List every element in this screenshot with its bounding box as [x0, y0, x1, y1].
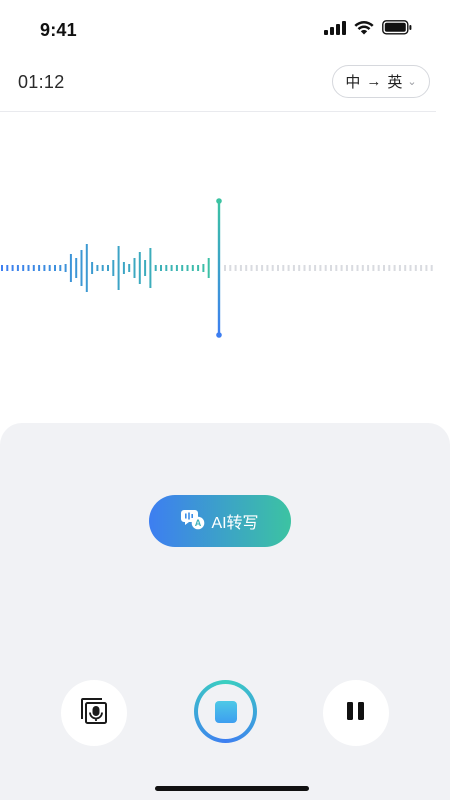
- mic-record-icon: [78, 695, 110, 732]
- ai-transcribe-label: AI转写: [211, 515, 259, 532]
- target-language: 英: [387, 74, 403, 91]
- arrow-right-icon: →: [366, 73, 382, 90]
- cellular-signal-icon: [324, 20, 346, 40]
- chevron-down-icon: ⌄: [407, 76, 417, 88]
- source-language: 中: [345, 74, 361, 91]
- ai-transcribe-button[interactable]: A AI转写: [149, 495, 291, 547]
- stop-icon: [214, 700, 237, 723]
- recording-header: 01:12 中 → 英 ⌄: [0, 56, 436, 112]
- battery-icon: [382, 20, 412, 40]
- playhead-bottom-dot: [216, 332, 222, 338]
- wifi-icon: [354, 20, 374, 40]
- record-source-button[interactable]: [61, 680, 127, 746]
- svg-text:A: A: [195, 518, 202, 528]
- control-panel: [0, 423, 450, 800]
- status-icons: [324, 20, 412, 40]
- playhead-top-dot: [216, 198, 222, 204]
- waveform-visualization: [1, 198, 433, 338]
- stop-recording-button[interactable]: [194, 680, 257, 743]
- language-direction-button[interactable]: 中 → 英 ⌄: [332, 65, 430, 98]
- ai-transcribe-icon: A: [181, 508, 205, 535]
- recording-timer: 01:12: [18, 72, 65, 92]
- status-bar: 9:41: [0, 0, 450, 56]
- status-time: 9:41: [40, 20, 77, 40]
- pause-icon: [345, 700, 367, 727]
- stop-button-inner: [198, 684, 253, 739]
- pause-button[interactable]: [323, 680, 389, 746]
- waveform-area: [0, 113, 450, 413]
- home-indicator: [155, 786, 309, 791]
